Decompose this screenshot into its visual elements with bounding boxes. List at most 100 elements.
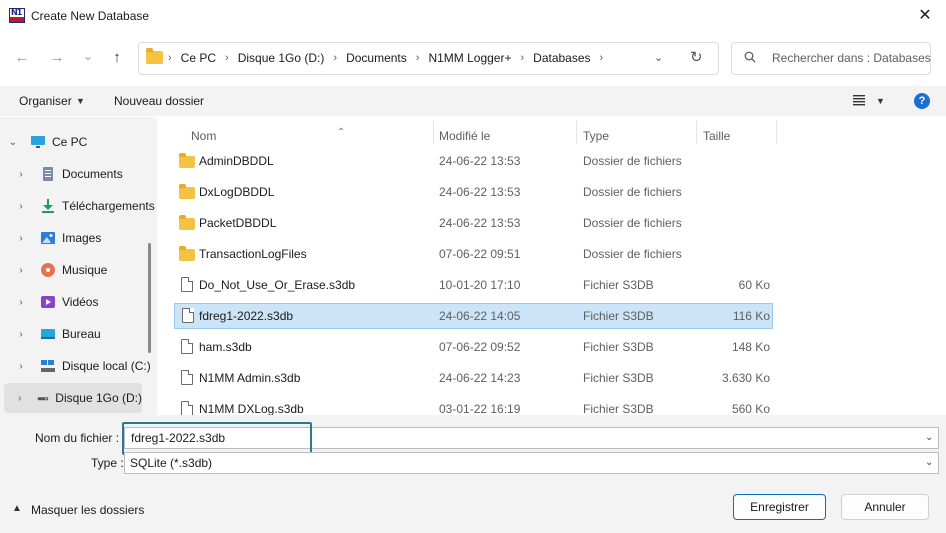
chevron-down-icon[interactable]: ⌄ (925, 457, 933, 468)
file-row[interactable]: TransactionLogFiles 07-06-22 09:51 Dossi… (174, 241, 773, 267)
breadcrumb: › Ce PC › Disque 1Go (D:) › Documents › … (168, 51, 604, 65)
file-icon (181, 370, 193, 385)
file-name: AdminDBDDL (199, 154, 274, 168)
chevron-right-icon[interactable]: › (16, 393, 23, 404)
folder-icon (179, 215, 195, 230)
caret-down-icon[interactable]: ▼ (876, 96, 885, 106)
sidebar-item-telechargements[interactable]: › Téléchargements (16, 191, 157, 221)
desktop-icon (41, 329, 55, 339)
file-modified: 24-06-22 13:53 (439, 216, 521, 230)
music-icon (41, 263, 55, 277)
organiser-button[interactable]: Organiser (19, 94, 72, 108)
folder-icon (146, 48, 163, 64)
sidebar-item-label: Documents (62, 167, 123, 181)
sidebar-item-label: Images (62, 231, 102, 245)
sidebar-item-documents[interactable]: › Documents (16, 159, 157, 189)
sidebar-item-label: Bureau (62, 327, 101, 341)
chevron-right-icon[interactable]: › (16, 361, 26, 372)
file-size: 560 Ko (731, 402, 770, 415)
file-type: Fichier S3DB (583, 340, 654, 354)
refresh-icon[interactable]: ↻ (690, 48, 703, 66)
folder-icon (179, 153, 195, 168)
column-header-name[interactable]: Nom ⌃ (191, 127, 345, 143)
file-name: TransactionLogFiles (199, 247, 307, 261)
file-row[interactable]: PacketDBDDL 24-06-22 13:53 Dossier de fi… (174, 210, 773, 236)
file-type: Dossier de fichiers (583, 154, 682, 168)
file-type: Dossier de fichiers (583, 185, 682, 199)
file-icon (181, 339, 193, 354)
column-header-type[interactable]: Type (583, 129, 609, 143)
sidebar-item-disque-1go-d[interactable]: › Disque 1Go (D:) (4, 383, 142, 413)
close-icon[interactable]: ✕ (912, 4, 938, 28)
address-dropdown-icon[interactable]: ⌄ (654, 51, 663, 64)
sidebar-item-ce-pc[interactable]: ⌄ Ce PC (8, 127, 157, 157)
back-arrow-icon[interactable]: ← (11, 47, 33, 69)
help-icon[interactable]: ? (914, 93, 930, 109)
file-modified: 03-01-22 16:19 (439, 402, 521, 415)
app-logo-text: N1 (11, 8, 22, 17)
column-header-label: Nom (191, 129, 217, 143)
file-name: Do_Not_Use_Or_Erase.s3db (199, 278, 356, 292)
file-name: fdreg1-2022.s3db (199, 309, 294, 323)
folder-icon (179, 184, 195, 199)
sidebar-item-bureau[interactable]: › Bureau (16, 319, 157, 349)
sidebar-item-videos[interactable]: › Vidéos (16, 287, 157, 317)
file-size: 60 Ko (738, 278, 770, 292)
file-row[interactable]: AdminDBDDL 24-06-22 13:53 Dossier de fic… (174, 148, 773, 174)
sidebar-item-images[interactable]: › Images (16, 223, 157, 253)
chevron-right-icon[interactable]: › (16, 265, 26, 276)
save-button[interactable]: Enregistrer (733, 494, 826, 520)
file-row[interactable]: Do_Not_Use_Or_Erase.s3db 10-01-20 17:10 … (174, 272, 773, 298)
file-name: PacketDBDDL (199, 216, 277, 230)
recent-locations-icon[interactable]: ⌄ (77, 45, 99, 67)
chevron-right-icon[interactable]: › (16, 201, 26, 212)
up-arrow-icon[interactable]: ↑ (106, 47, 128, 69)
file-row[interactable]: N1MM DXLog.s3db 03-01-22 16:19 Fichier S… (174, 396, 773, 415)
column-header-modified[interactable]: Modifié le (439, 129, 490, 143)
file-modified: 10-01-20 17:10 (439, 278, 521, 292)
breadcrumb-item[interactable]: Disque 1Go (D:) (238, 51, 325, 65)
file-modified: 24-06-22 13:53 (439, 185, 521, 199)
download-icon (42, 199, 54, 213)
window-title: Create New Database (31, 9, 150, 23)
breadcrumb-item[interactable]: Documents (346, 51, 407, 65)
sidebar-scrollbar[interactable] (148, 243, 151, 353)
file-name: ham.s3db (199, 340, 252, 354)
filename-label: Nom du fichier : (35, 431, 120, 445)
file-row[interactable]: ham.s3db 07-06-22 09:52 Fichier S3DB 148… (174, 334, 773, 360)
new-folder-button[interactable]: Nouveau dossier (114, 94, 204, 108)
file-icon (182, 308, 194, 323)
file-icon (181, 401, 193, 415)
search-icon (744, 51, 756, 63)
caret-down-icon: ▼ (76, 96, 85, 106)
sidebar-item-musique[interactable]: › Musique (16, 255, 157, 285)
forward-arrow-icon[interactable]: → (46, 47, 68, 69)
file-row[interactable]: N1MM Admin.s3db 24-06-22 14:23 Fichier S… (174, 365, 773, 391)
file-type-value[interactable]: SQLite (*.s3db) (130, 456, 212, 470)
file-size: 148 Ko (731, 340, 770, 354)
chevron-right-icon[interactable]: › (16, 233, 26, 244)
file-modified: 24-06-22 14:05 (439, 309, 521, 323)
breadcrumb-item[interactable]: Databases (533, 51, 590, 65)
file-type: Fichier S3DB (583, 278, 654, 292)
chevron-right-icon[interactable]: › (16, 169, 26, 180)
breadcrumb-item[interactable]: Ce PC (181, 51, 216, 65)
video-icon (41, 296, 55, 308)
chevron-down-icon[interactable]: ⌄ (925, 432, 933, 443)
chevron-right-icon[interactable]: › (16, 297, 26, 308)
column-header-size[interactable]: Taille (703, 129, 730, 143)
file-name: N1MM Admin.s3db (199, 371, 301, 385)
chevron-down-icon[interactable]: ⌄ (8, 137, 18, 148)
file-type: Fichier S3DB (583, 402, 654, 415)
documents-icon (43, 167, 53, 181)
sidebar-item-disque-local-c[interactable]: › Disque local (C:) (16, 351, 157, 381)
file-row-selected[interactable]: fdreg1-2022.s3db 24-06-22 14:05 Fichier … (174, 303, 773, 329)
breadcrumb-item[interactable]: N1MM Logger+ (428, 51, 511, 65)
hide-folders-toggle[interactable]: Masquer les dossiers (31, 503, 144, 517)
cancel-button[interactable]: Annuler (841, 494, 929, 520)
chevron-up-icon[interactable]: ▲ (12, 503, 22, 514)
chevron-right-icon[interactable]: › (16, 329, 26, 340)
file-type-select[interactable] (124, 452, 939, 474)
file-row[interactable]: DxLogDBDDL 24-06-22 13:53 Dossier de fic… (174, 179, 773, 205)
view-options-icon[interactable] (852, 93, 866, 107)
